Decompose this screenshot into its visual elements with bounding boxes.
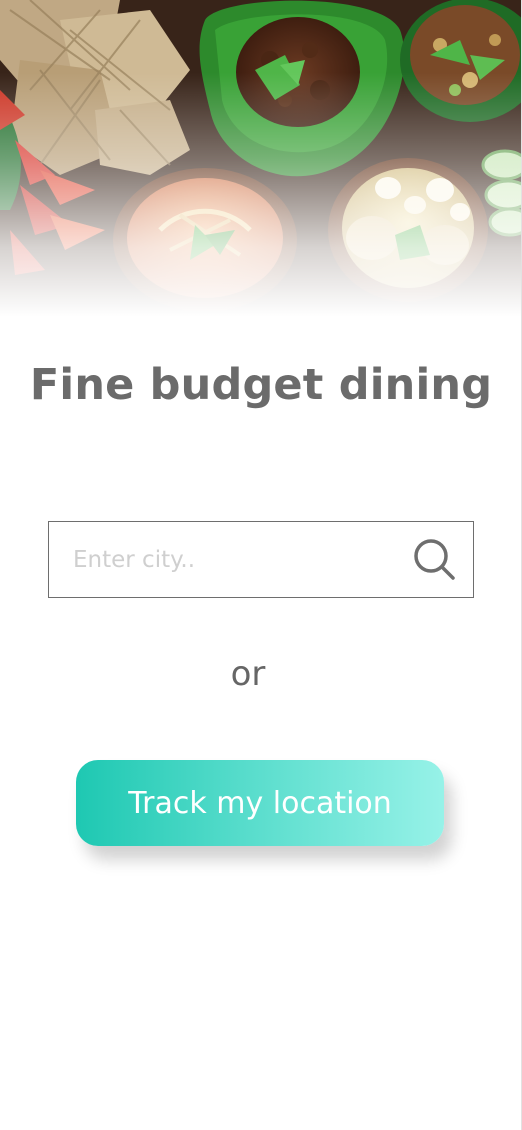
curry-bowl xyxy=(113,168,297,312)
hero-food-image xyxy=(0,0,521,330)
app-screen: Fine budget dining or Track my location xyxy=(0,0,522,1130)
or-divider-text: or xyxy=(230,654,266,694)
cucumber-slices xyxy=(481,149,521,237)
city-search-box[interactable] xyxy=(48,521,474,598)
city-search-input[interactable] xyxy=(71,522,395,598)
track-location-button[interactable]: Track my location xyxy=(76,760,444,846)
soup-bowl xyxy=(328,158,488,302)
search-icon[interactable] xyxy=(413,538,457,582)
food-dishes-illustration xyxy=(0,0,521,330)
page-title: Fine budget dining xyxy=(29,360,493,410)
